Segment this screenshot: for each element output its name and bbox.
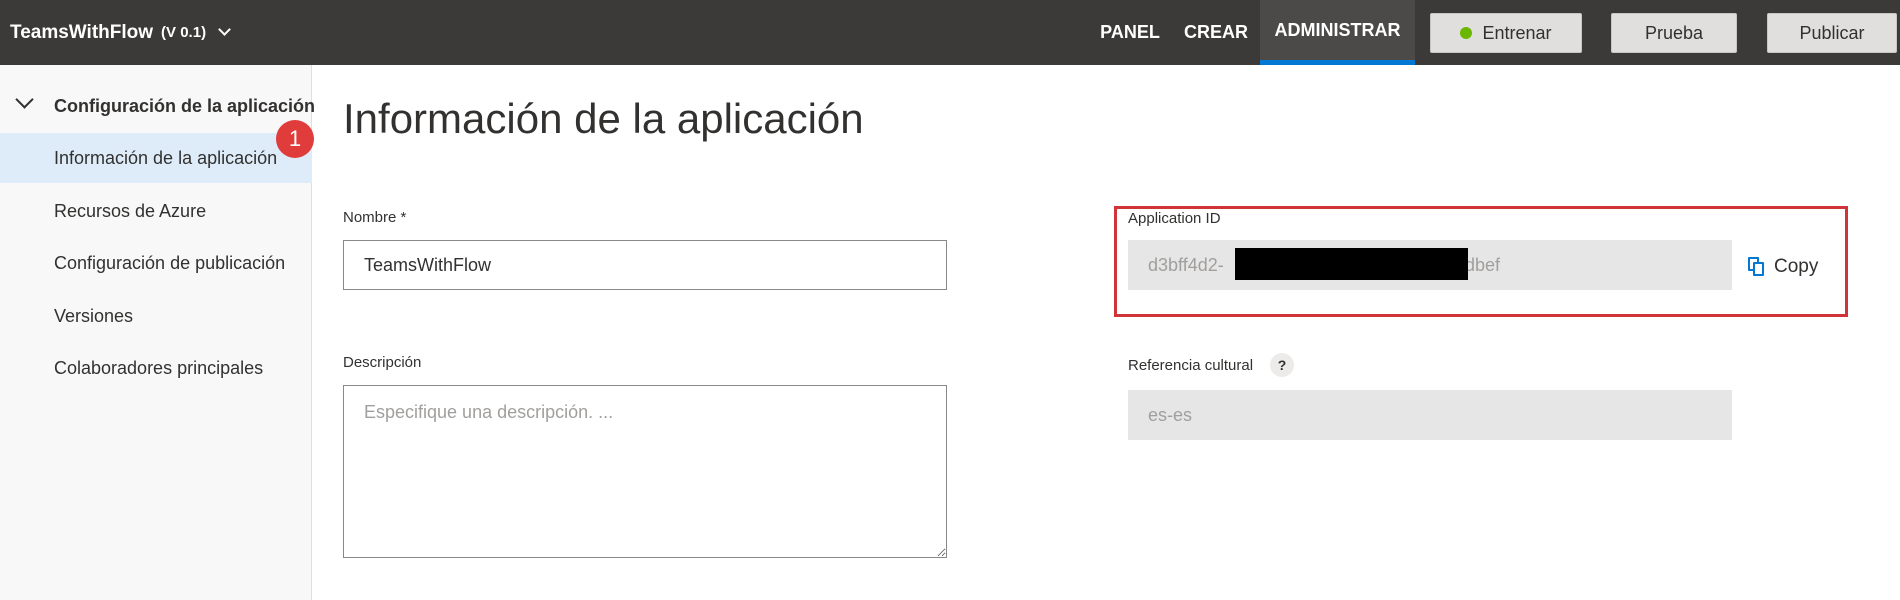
app-name: TeamsWithFlow — [10, 21, 154, 43]
help-icon[interactable]: ? — [1270, 353, 1294, 377]
sidebar-item-collaborators[interactable]: Colaboradores principales — [0, 343, 312, 393]
sidebar-item-versions[interactable]: Versiones — [0, 291, 312, 341]
chevron-down-icon — [218, 23, 231, 36]
sidebar-group-label: Configuración de la aplicación — [54, 95, 316, 116]
nav-crear[interactable]: CREAR — [1180, 0, 1252, 65]
copy-button[interactable]: Copy — [1748, 252, 1818, 282]
sidebar: Configuración de la aplicación Informaci… — [0, 65, 316, 600]
train-status-icon — [1460, 27, 1473, 39]
train-button[interactable]: Entrenar — [1430, 13, 1582, 53]
culture-label: Referencia cultural — [1128, 357, 1254, 374]
copy-label: Copy — [1774, 256, 1819, 277]
publish-button[interactable]: Publicar — [1767, 13, 1897, 53]
test-button[interactable]: Prueba — [1611, 13, 1737, 53]
culture-field: es-es — [1128, 390, 1732, 440]
copy-icon — [1748, 257, 1764, 277]
train-button-label: Entrenar — [1482, 22, 1552, 43]
callout-badge: 1 — [276, 120, 314, 158]
nav-panel[interactable]: PANEL — [1090, 0, 1170, 65]
app-id-start: d3bff4d2- — [1148, 254, 1224, 275]
name-label: Nombre * — [343, 209, 407, 226]
redaction-bar — [1235, 248, 1468, 280]
sidebar-item-azure-resources[interactable]: Recursos de Azure — [0, 186, 312, 236]
top-bar: TeamsWithFlow (V 0.1) PANEL CREAR ADMINI… — [0, 0, 1900, 65]
page-title: Información de la aplicación — [343, 95, 864, 142]
app-version: (V 0.1) — [161, 24, 207, 41]
nav-administrar[interactable]: ADMINISTRAR — [1260, 0, 1415, 65]
app-id-end: dbef — [1465, 254, 1501, 275]
chevron-down-icon — [15, 90, 34, 109]
name-input[interactable] — [343, 240, 947, 290]
sidebar-group-app-settings[interactable]: Configuración de la aplicación — [0, 85, 316, 127]
description-label: Descripción — [343, 354, 422, 371]
description-textarea[interactable] — [343, 385, 947, 558]
sidebar-item-publish-settings[interactable]: Configuración de publicación — [0, 238, 312, 288]
app-switcher[interactable]: TeamsWithFlow (V 0.1) — [10, 0, 231, 65]
app-id-label: Application ID — [1128, 210, 1221, 227]
sidebar-item-app-info[interactable]: Información de la aplicación — [0, 133, 312, 183]
